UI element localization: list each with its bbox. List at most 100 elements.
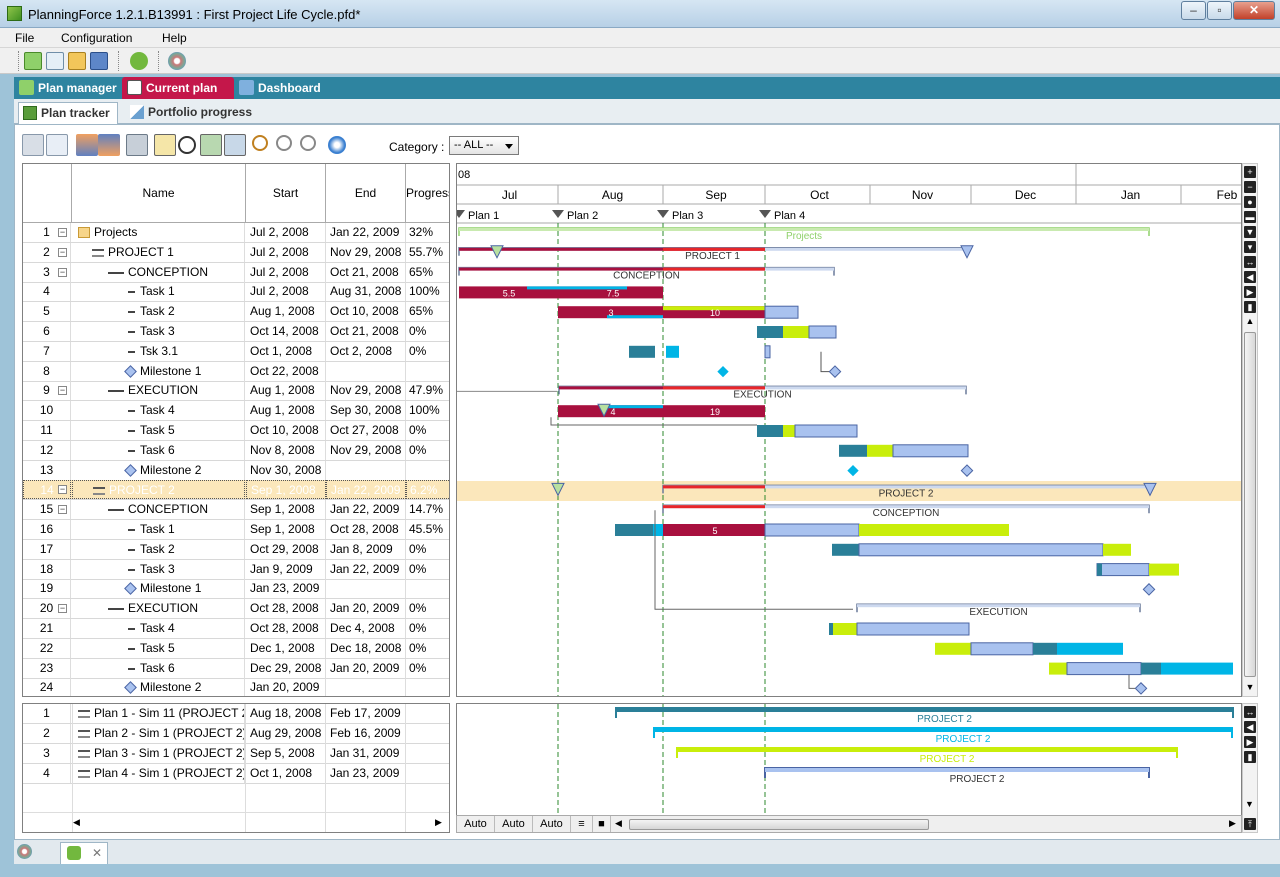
task-name-cell[interactable]: Task 1: [72, 520, 245, 539]
tab-current-plan[interactable]: Current plan: [122, 77, 234, 99]
table-row[interactable]: 6 Task 3 Oct 14, 2008 Oct 21, 2008 0%: [23, 322, 449, 342]
task-start[interactable]: Oct 28, 2008: [246, 599, 326, 619]
table-row[interactable]: 23 Task 6 Dec 29, 2008 Jan 20, 2009 0%: [23, 658, 449, 679]
task-name-cell[interactable]: PROJECT 2: [72, 480, 245, 500]
task-end[interactable]: Oct 2, 2008: [326, 341, 406, 361]
prev-icon[interactable]: ◀: [1244, 271, 1256, 283]
task-progress[interactable]: 0%: [406, 342, 449, 361]
task-start[interactable]: Jan 20, 2009: [246, 678, 326, 696]
task-start[interactable]: Oct 10, 2008: [246, 421, 326, 440]
filter-icon[interactable]: ▼: [1244, 226, 1256, 238]
simulation-end[interactable]: Jan 23, 2009: [326, 764, 406, 783]
collapse-toggle-icon[interactable]: −: [58, 228, 67, 237]
task-end[interactable]: Jan 8, 2009: [326, 539, 406, 559]
gantt-vertical-scrollbar[interactable]: + − ● ▬ ▼ ▾ ↔ ◀ ▶ ▮ ▲ ▼: [1242, 163, 1258, 697]
task-name-cell[interactable]: Task 3: [72, 559, 245, 579]
collapse-toggle-icon[interactable]: −: [58, 604, 67, 614]
task-start[interactable]: Sep 1, 2008: [246, 500, 326, 520]
task-progress[interactable]: 0%: [406, 322, 449, 341]
simulation-end[interactable]: Feb 17, 2009: [326, 704, 406, 723]
task-progress[interactable]: 47.9%: [406, 381, 449, 400]
table-row[interactable]: 15 − CONCEPTION Sep 1, 2008 Jan 22, 2009…: [23, 500, 449, 521]
resize-icon[interactable]: ↔: [1244, 256, 1256, 268]
comment-icon[interactable]: [154, 134, 176, 156]
table-row[interactable]: 11 Task 5 Oct 10, 2008 Oct 27, 2008 0%: [23, 421, 449, 441]
task-start[interactable]: Aug 1, 2008: [246, 401, 326, 421]
table-row[interactable]: 7 Tsk 3.1 Oct 1, 2008 Oct 2, 2008 0%: [23, 341, 449, 362]
table-row[interactable]: 13 Milestone 2 Nov 30, 2008: [23, 460, 449, 481]
table-row[interactable]: 12 Task 6 Nov 8, 2008 Nov 29, 2008 0%: [23, 440, 449, 461]
table-row[interactable]: 2 − PROJECT 1 Jul 2, 2008 Nov 29, 2008 5…: [23, 242, 449, 263]
table-row[interactable]: 10 Task 4 Aug 1, 2008 Sep 30, 2008 100%: [23, 401, 449, 422]
new-file-icon[interactable]: [24, 52, 42, 70]
zoom-out-icon[interactable]: [276, 135, 292, 151]
task-name-cell[interactable]: EXECUTION: [72, 599, 245, 619]
task-progress[interactable]: 0%: [406, 441, 449, 460]
simulation-name-cell[interactable]: Plan 2 - Sim 1 (PROJECT 2): [72, 724, 245, 743]
task-progress[interactable]: 14.7%: [406, 500, 449, 519]
filter-icon[interactable]: [126, 134, 148, 156]
task-end[interactable]: [326, 678, 406, 696]
task-end[interactable]: [326, 579, 406, 599]
simulation-end[interactable]: Jan 31, 2009: [326, 744, 406, 763]
task-end[interactable]: Dec 4, 2008: [326, 619, 406, 638]
task-end[interactable]: Jan 22, 2009: [326, 500, 406, 520]
print-icon[interactable]: [22, 134, 44, 156]
column-header-progress[interactable]: Progress: [406, 164, 449, 223]
task-progress[interactable]: 6.2%: [406, 480, 449, 500]
task-end[interactable]: Oct 28, 2008: [326, 520, 406, 539]
task-name-cell[interactable]: Milestone 1: [72, 579, 245, 599]
sort-down-icon[interactable]: [76, 134, 98, 156]
next-icon[interactable]: ▶: [1244, 286, 1256, 298]
task-progress[interactable]: 100%: [406, 401, 449, 420]
scroll-right-icon[interactable]: ▶: [435, 817, 442, 828]
stop-icon[interactable]: ■: [593, 816, 611, 832]
simulation-scrollbar[interactable]: ↔ ◀ ▶ ▮ ▼ ⤒: [1242, 703, 1258, 833]
task-start[interactable]: Oct 22, 2008: [246, 361, 326, 381]
task-start[interactable]: Jul 2, 2008: [246, 262, 326, 282]
collapse-icon[interactable]: ▬: [1244, 211, 1256, 223]
task-name-cell[interactable]: Task 2: [72, 539, 245, 559]
simulation-row[interactable]: 4 Plan 4 - Sim 1 (PROJECT 2) Oct 1, 2008…: [23, 764, 449, 784]
tab-plan-tracker[interactable]: Plan tracker: [18, 102, 118, 124]
tab-dashboard[interactable]: Dashboard: [234, 77, 334, 99]
simulation-end[interactable]: Feb 16, 2009: [326, 724, 406, 743]
task-name-cell[interactable]: Task 2: [72, 302, 245, 322]
task-end[interactable]: Jan 22, 2009: [326, 559, 406, 579]
task-end[interactable]: Oct 27, 2008: [326, 421, 406, 440]
chart-view-icon[interactable]: [224, 134, 246, 156]
task-end[interactable]: Dec 18, 2008: [326, 638, 406, 658]
task-end[interactable]: Jan 20, 2009: [326, 599, 406, 619]
task-end[interactable]: Nov 29, 2008: [326, 242, 406, 262]
task-start[interactable]: Oct 1, 2008: [246, 341, 326, 361]
table-row[interactable]: 1 − Projects Jul 2, 2008 Jan 22, 2009 32…: [23, 223, 449, 243]
simulation-start[interactable]: Sep 5, 2008: [246, 744, 326, 763]
collapse-toggle-icon[interactable]: −: [58, 247, 67, 257]
table-row[interactable]: 24 Milestone 2 Jan 20, 2009: [23, 678, 449, 696]
table-row[interactable]: 9 − EXECUTION Aug 1, 2008 Nov 29, 2008 4…: [23, 381, 449, 402]
task-name-cell[interactable]: CONCEPTION: [72, 500, 245, 520]
tab-plan-manager[interactable]: Plan manager: [14, 77, 122, 99]
scroll-up-icon[interactable]: ▲: [1244, 316, 1256, 328]
task-end[interactable]: [326, 460, 406, 480]
scroll-left-icon[interactable]: ◀: [615, 818, 622, 829]
menu-file[interactable]: File: [15, 31, 34, 45]
menu-help[interactable]: Help: [162, 31, 187, 45]
table-row[interactable]: 17 Task 2 Oct 29, 2008 Jan 8, 2009 0%: [23, 539, 449, 560]
collapse-toggle-icon[interactable]: −: [58, 485, 67, 495]
collapse-toggle-icon[interactable]: −: [58, 505, 67, 515]
task-name-cell[interactable]: Task 4: [72, 619, 245, 638]
task-progress[interactable]: 32%: [406, 223, 449, 242]
table-row[interactable]: 16 Task 1 Sep 1, 2008 Oct 28, 2008 45.5%: [23, 520, 449, 540]
task-start[interactable]: Jan 23, 2009: [246, 579, 326, 599]
task-name-cell[interactable]: Task 5: [72, 638, 245, 658]
menu-configuration[interactable]: Configuration: [61, 31, 132, 45]
task-name-cell[interactable]: Task 3: [72, 322, 245, 341]
task-progress[interactable]: 0%: [406, 619, 449, 638]
table-row[interactable]: 19 Milestone 1 Jan 23, 2009: [23, 579, 449, 600]
task-start[interactable]: Jul 2, 2008: [246, 223, 326, 242]
task-start[interactable]: Aug 1, 2008: [246, 302, 326, 322]
color-wheel-icon[interactable]: [168, 52, 186, 70]
task-end[interactable]: [326, 361, 406, 381]
table-row[interactable]: 5 Task 2 Aug 1, 2008 Oct 10, 2008 65%: [23, 302, 449, 323]
